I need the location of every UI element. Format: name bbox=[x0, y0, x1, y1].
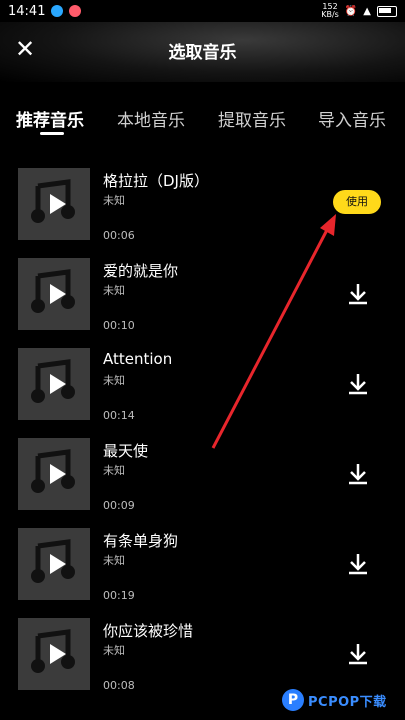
watermark: P PCPOP下载 bbox=[282, 683, 387, 717]
list-item[interactable]: 最天使 未知 00:09 bbox=[0, 438, 405, 528]
signal-icon: ▲ bbox=[363, 5, 371, 17]
alarm-icon: ⏰ bbox=[344, 5, 358, 17]
song-duration: 00:19 bbox=[103, 589, 135, 602]
song-cover[interactable] bbox=[18, 528, 90, 600]
battery-icon bbox=[377, 5, 397, 17]
music-note-play-icon bbox=[31, 269, 75, 313]
tab-local[interactable]: 本地音乐 bbox=[117, 106, 185, 131]
song-duration: 00:09 bbox=[103, 499, 135, 512]
song-artist: 未知 bbox=[103, 644, 125, 657]
list-item[interactable]: 格拉拉（DJ版） 未知 00:06 使用 bbox=[0, 168, 405, 258]
app-notification-icon bbox=[69, 5, 82, 17]
active-tab-indicator bbox=[40, 132, 64, 135]
tab-extract[interactable]: 提取音乐 bbox=[218, 106, 286, 131]
song-duration: 00:06 bbox=[103, 229, 135, 242]
song-artist: 未知 bbox=[103, 464, 125, 477]
download-icon[interactable] bbox=[346, 552, 370, 576]
download-icon[interactable] bbox=[346, 372, 370, 396]
watermark-text: PCPOP下载 bbox=[308, 694, 387, 710]
song-artist: 未知 bbox=[103, 374, 125, 387]
watermark-logo: P bbox=[282, 689, 304, 711]
music-note-play-icon bbox=[31, 359, 75, 403]
song-cover[interactable] bbox=[18, 258, 90, 330]
music-note-play-icon bbox=[31, 539, 75, 583]
song-artist: 未知 bbox=[103, 554, 125, 567]
music-note-play-icon bbox=[31, 629, 75, 673]
list-item[interactable]: 有条单身狗 未知 00:19 bbox=[0, 528, 405, 618]
song-duration: 00:10 bbox=[103, 319, 135, 332]
song-artist: 未知 bbox=[103, 194, 125, 207]
page-title: 选取音乐 bbox=[168, 43, 237, 63]
song-title: 你应该被珍惜 bbox=[103, 622, 194, 640]
download-icon[interactable] bbox=[346, 282, 370, 306]
song-title: 最天使 bbox=[103, 442, 149, 460]
song-title: Attention bbox=[103, 350, 173, 368]
tab-recommended[interactable]: 推荐音乐 bbox=[16, 106, 84, 131]
music-note-play-icon bbox=[31, 449, 75, 493]
list-item[interactable]: Attention 未知 00:14 bbox=[0, 348, 405, 438]
status-time: 14:41 bbox=[8, 3, 46, 19]
song-artist: 未知 bbox=[103, 284, 125, 297]
song-cover[interactable] bbox=[18, 168, 90, 240]
music-note-play-icon bbox=[31, 179, 75, 223]
tab-import[interactable]: 导入音乐 bbox=[318, 106, 386, 131]
song-title: 格拉拉（DJ版） bbox=[103, 172, 209, 190]
use-button[interactable]: 使用 bbox=[333, 190, 381, 214]
download-icon[interactable] bbox=[346, 462, 370, 486]
qq-notification-icon bbox=[51, 5, 64, 17]
song-duration: 00:08 bbox=[103, 679, 135, 692]
download-icon[interactable] bbox=[346, 642, 370, 666]
song-cover[interactable] bbox=[18, 438, 90, 510]
status-bar: 14:41 152 KB/s ⏰ ▲ bbox=[0, 0, 405, 22]
header: ✕ 选取音乐 bbox=[0, 22, 405, 82]
list-item[interactable]: 爱的就是你 未知 00:10 bbox=[0, 258, 405, 348]
song-title: 有条单身狗 bbox=[103, 532, 179, 550]
song-duration: 00:14 bbox=[103, 409, 135, 422]
song-title: 爱的就是你 bbox=[103, 262, 179, 280]
network-speed: 152 KB/s bbox=[321, 2, 339, 19]
tab-bar: 推荐音乐 本地音乐 提取音乐 导入音乐 bbox=[0, 100, 405, 140]
song-cover[interactable] bbox=[18, 618, 90, 690]
song-cover[interactable] bbox=[18, 348, 90, 420]
